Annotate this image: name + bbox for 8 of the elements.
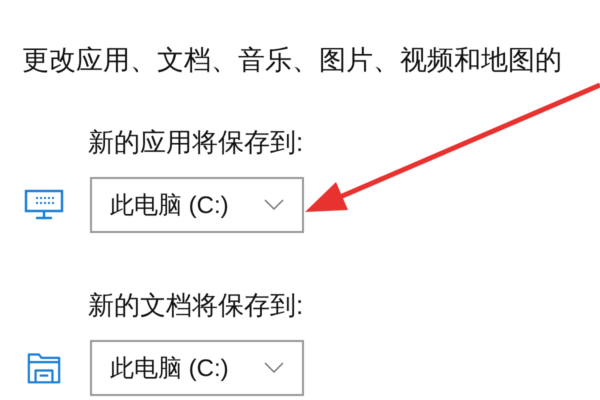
- drive-dropdown[interactable]: 此电脑 (C:): [90, 340, 304, 396]
- chevron-down-icon: [264, 362, 284, 374]
- setting-label: 新的文档将保存到:: [88, 291, 304, 319]
- drive-dropdown[interactable]: 此电脑 (C:): [90, 177, 304, 233]
- description-text: 更改应用、文档、音乐、图片、视频和地图的: [22, 44, 563, 76]
- chevron-down-icon: [264, 199, 284, 211]
- monitor-icon: [24, 189, 64, 221]
- setting-label: 新的应用将保存到:: [88, 128, 304, 156]
